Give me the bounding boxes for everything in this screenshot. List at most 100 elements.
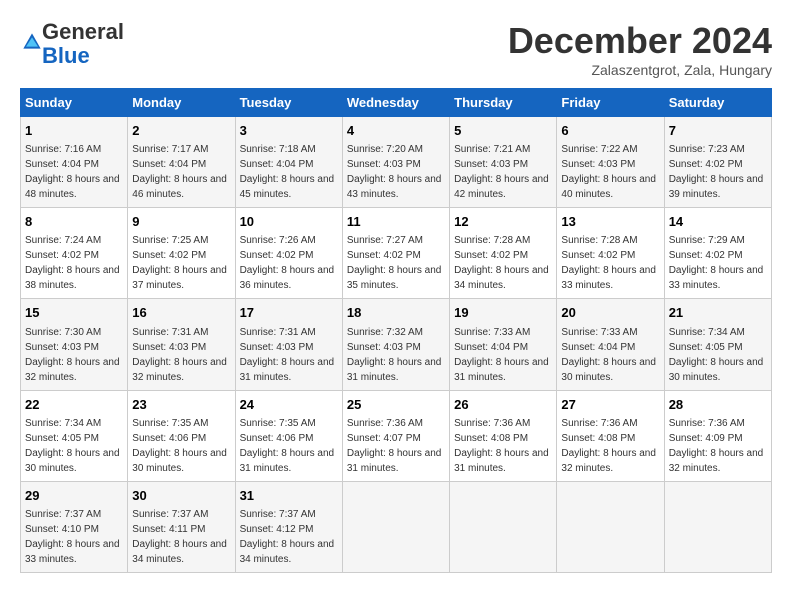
logo-blue-text: Blue [42, 43, 90, 68]
title-area: December 2024 Zalaszentgrot, Zala, Hunga… [508, 20, 772, 78]
calendar-cell: 6 Sunrise: 7:22 AMSunset: 4:03 PMDaylight… [557, 117, 664, 208]
calendar-cell: 23 Sunrise: 7:35 AMSunset: 4:06 PMDayligh… [128, 390, 235, 481]
calendar-cell: 11Sunrise: 7:27 AMSunset: 4:02 PMDayligh… [342, 208, 449, 299]
calendar-cell: 26 Sunrise: 7:36 AMSunset: 4:08 PMDayligh… [450, 390, 557, 481]
day-info: Sunrise: 7:30 AMSunset: 4:03 PMDaylight:… [25, 325, 123, 385]
calendar-cell: 9 Sunrise: 7:25 AMSunset: 4:02 PMDaylight… [128, 208, 235, 299]
day-number: 27 [561, 396, 659, 414]
day-number: 26 [454, 396, 552, 414]
calendar-cell: 31 Sunrise: 7:37 AMSunset: 4:12 PMDayligh… [235, 481, 342, 572]
day-number: 2 [132, 122, 230, 140]
day-number: 15 [25, 304, 123, 322]
day-info: Sunrise: 7:26 AMSunset: 4:02 PMDaylight:… [240, 233, 338, 293]
day-number: 23 [132, 396, 230, 414]
day-number: 10 [240, 213, 338, 231]
col-wednesday: Wednesday [342, 89, 449, 117]
day-info: Sunrise: 7:37 AMSunset: 4:12 PMDaylight:… [240, 507, 338, 567]
day-number: 11 [347, 213, 445, 231]
day-info: Sunrise: 7:31 AMSunset: 4:03 PMDaylight:… [240, 325, 338, 385]
day-number: 4 [347, 122, 445, 140]
day-number: 16 [132, 304, 230, 322]
day-number: 28 [669, 396, 767, 414]
calendar-week-2: 8Sunrise: 7:24 AMSunset: 4:02 PMDaylight… [21, 208, 772, 299]
day-info: Sunrise: 7:32 AMSunset: 4:03 PMDaylight:… [347, 325, 445, 385]
calendar-cell: 20 Sunrise: 7:33 AMSunset: 4:04 PMDayligh… [557, 299, 664, 390]
day-number: 12 [454, 213, 552, 231]
month-title: December 2024 [508, 20, 772, 62]
day-info: Sunrise: 7:28 AMSunset: 4:02 PMDaylight:… [454, 233, 552, 293]
calendar-cell: 17 Sunrise: 7:31 AMSunset: 4:03 PMDayligh… [235, 299, 342, 390]
calendar-table: Sunday Monday Tuesday Wednesday Thursday… [20, 88, 772, 573]
calendar-body: 1 Sunrise: 7:16 AMSunset: 4:04 PMDaylight… [21, 117, 772, 573]
col-thursday: Thursday [450, 89, 557, 117]
day-info: Sunrise: 7:37 AMSunset: 4:11 PMDaylight:… [132, 507, 230, 567]
day-info: Sunrise: 7:36 AMSunset: 4:07 PMDaylight:… [347, 416, 445, 476]
col-sunday: Sunday [21, 89, 128, 117]
col-tuesday: Tuesday [235, 89, 342, 117]
day-info: Sunrise: 7:36 AMSunset: 4:08 PMDaylight:… [454, 416, 552, 476]
logo-icon [22, 32, 42, 52]
calendar-cell [450, 481, 557, 572]
day-number: 13 [561, 213, 659, 231]
calendar-cell: 24Sunrise: 7:35 AMSunset: 4:06 PMDayligh… [235, 390, 342, 481]
calendar-cell: 25 Sunrise: 7:36 AMSunset: 4:07 PMDayligh… [342, 390, 449, 481]
calendar-cell [664, 481, 771, 572]
day-info: Sunrise: 7:36 AMSunset: 4:08 PMDaylight:… [561, 416, 659, 476]
calendar-cell: 21 Sunrise: 7:34 AMSunset: 4:05 PMDayligh… [664, 299, 771, 390]
day-number: 29 [25, 487, 123, 505]
calendar-header-row: Sunday Monday Tuesday Wednesday Thursday… [21, 89, 772, 117]
day-info: Sunrise: 7:33 AMSunset: 4:04 PMDaylight:… [454, 325, 552, 385]
day-info: Sunrise: 7:18 AMSunset: 4:04 PMDaylight:… [240, 142, 338, 202]
day-number: 30 [132, 487, 230, 505]
day-info: Sunrise: 7:34 AMSunset: 4:05 PMDaylight:… [25, 416, 123, 476]
calendar-cell [342, 481, 449, 572]
day-number: 5 [454, 122, 552, 140]
day-number: 18 [347, 304, 445, 322]
day-info: Sunrise: 7:25 AMSunset: 4:02 PMDaylight:… [132, 233, 230, 293]
day-number: 1 [25, 122, 123, 140]
calendar-cell: 16Sunrise: 7:31 AMSunset: 4:03 PMDayligh… [128, 299, 235, 390]
day-number: 19 [454, 304, 552, 322]
day-info: Sunrise: 7:21 AMSunset: 4:03 PMDaylight:… [454, 142, 552, 202]
calendar-cell: 18 Sunrise: 7:32 AMSunset: 4:03 PMDayligh… [342, 299, 449, 390]
day-info: Sunrise: 7:23 AMSunset: 4:02 PMDaylight:… [669, 142, 767, 202]
day-number: 31 [240, 487, 338, 505]
day-info: Sunrise: 7:22 AMSunset: 4:03 PMDaylight:… [561, 142, 659, 202]
col-monday: Monday [128, 89, 235, 117]
page-header: General Blue December 2024 Zalaszentgrot… [20, 20, 772, 78]
calendar-cell: 14Sunrise: 7:29 AMSunset: 4:02 PMDayligh… [664, 208, 771, 299]
day-info: Sunrise: 7:36 AMSunset: 4:09 PMDaylight:… [669, 416, 767, 476]
day-info: Sunrise: 7:28 AMSunset: 4:02 PMDaylight:… [561, 233, 659, 293]
calendar-cell: 10 Sunrise: 7:26 AMSunset: 4:02 PMDayligh… [235, 208, 342, 299]
calendar-cell: 22 Sunrise: 7:34 AMSunset: 4:05 PMDayligh… [21, 390, 128, 481]
col-friday: Friday [557, 89, 664, 117]
day-number: 9 [132, 213, 230, 231]
logo: General Blue [20, 20, 124, 68]
day-info: Sunrise: 7:34 AMSunset: 4:05 PMDaylight:… [669, 325, 767, 385]
calendar-cell: 1 Sunrise: 7:16 AMSunset: 4:04 PMDaylight… [21, 117, 128, 208]
day-number: 17 [240, 304, 338, 322]
day-info: Sunrise: 7:35 AMSunset: 4:06 PMDaylight:… [240, 416, 338, 476]
calendar-cell [557, 481, 664, 572]
day-number: 6 [561, 122, 659, 140]
day-number: 21 [669, 304, 767, 322]
day-info: Sunrise: 7:29 AMSunset: 4:02 PMDaylight:… [669, 233, 767, 293]
calendar-cell: 30 Sunrise: 7:37 AMSunset: 4:11 PMDayligh… [128, 481, 235, 572]
logo-general-text: General [42, 19, 124, 44]
calendar-cell: 15 Sunrise: 7:30 AMSunset: 4:03 PMDayligh… [21, 299, 128, 390]
day-number: 22 [25, 396, 123, 414]
calendar-week-4: 22 Sunrise: 7:34 AMSunset: 4:05 PMDayligh… [21, 390, 772, 481]
calendar-cell: 19 Sunrise: 7:33 AMSunset: 4:04 PMDayligh… [450, 299, 557, 390]
day-number: 7 [669, 122, 767, 140]
day-info: Sunrise: 7:16 AMSunset: 4:04 PMDaylight:… [25, 142, 123, 202]
day-info: Sunrise: 7:17 AMSunset: 4:04 PMDaylight:… [132, 142, 230, 202]
calendar-cell: 2 Sunrise: 7:17 AMSunset: 4:04 PMDaylight… [128, 117, 235, 208]
day-number: 20 [561, 304, 659, 322]
calendar-cell: 29Sunrise: 7:37 AMSunset: 4:10 PMDayligh… [21, 481, 128, 572]
day-number: 25 [347, 396, 445, 414]
day-info: Sunrise: 7:24 AMSunset: 4:02 PMDaylight:… [25, 233, 123, 293]
calendar-cell: 12 Sunrise: 7:28 AMSunset: 4:02 PMDayligh… [450, 208, 557, 299]
day-info: Sunrise: 7:35 AMSunset: 4:06 PMDaylight:… [132, 416, 230, 476]
day-info: Sunrise: 7:20 AMSunset: 4:03 PMDaylight:… [347, 142, 445, 202]
day-info: Sunrise: 7:33 AMSunset: 4:04 PMDaylight:… [561, 325, 659, 385]
